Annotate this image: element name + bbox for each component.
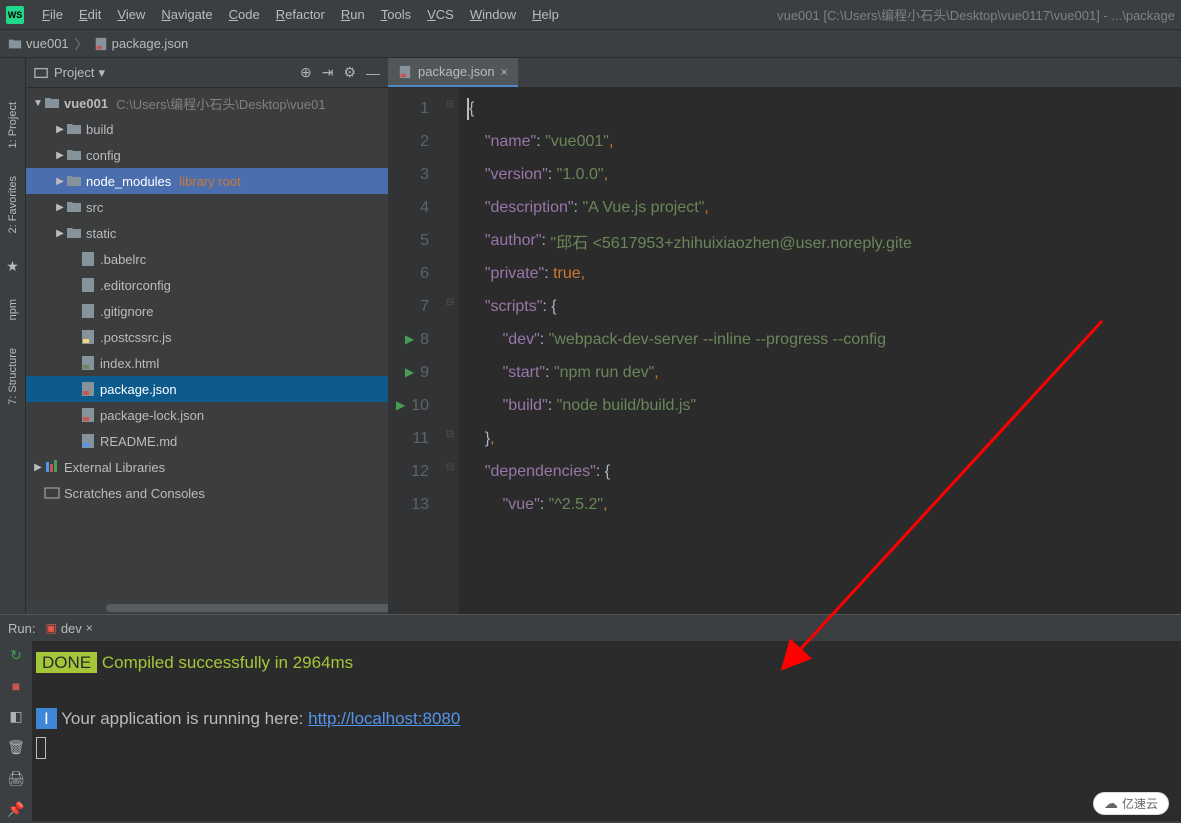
run-config-icon: ▣ bbox=[45, 621, 56, 635]
run-panel-header: Run: ▣ dev × bbox=[0, 615, 1181, 641]
app-logo: WS bbox=[6, 6, 24, 24]
breadcrumb-file[interactable]: package.json bbox=[94, 36, 189, 51]
watermark-label: 亿速云 bbox=[1122, 795, 1158, 812]
target-icon[interactable]: ⊕ bbox=[300, 64, 312, 81]
titlebar: WS FileEditViewNavigateCodeRefactorRunTo… bbox=[0, 0, 1181, 30]
close-icon[interactable]: × bbox=[501, 65, 508, 79]
star-icon[interactable]: ★ bbox=[6, 258, 19, 275]
json-file-icon bbox=[94, 37, 108, 51]
project-panel-title: Project bbox=[54, 65, 94, 80]
console-line: DONE Compiled successfully in 2964ms bbox=[36, 649, 1177, 677]
editor-tab-package-json[interactable]: package.json × bbox=[388, 58, 518, 87]
sidebar-tab-project[interactable]: 1: Project bbox=[5, 98, 21, 152]
tree-item[interactable]: .babelrc bbox=[26, 246, 388, 272]
project-icon bbox=[34, 66, 48, 80]
sidebar-tab-npm[interactable]: npm bbox=[5, 295, 21, 324]
sidebar-tab-favorites[interactable]: 2: Favorites bbox=[5, 172, 21, 237]
tree-item[interactable]: ▶config bbox=[26, 142, 388, 168]
gear-icon[interactable]: ⚙ bbox=[343, 64, 356, 81]
watermark: ☁ 亿速云 bbox=[1093, 792, 1169, 815]
breadcrumb: vue001 〉 package.json bbox=[0, 30, 1181, 58]
project-tree[interactable]: ▼vue001C:\Users\编程小石头\Desktop\vue01▶buil… bbox=[26, 88, 388, 602]
breadcrumb-project-label: vue001 bbox=[26, 36, 69, 51]
breadcrumb-separator: 〉 bbox=[75, 34, 88, 53]
json-file-icon bbox=[398, 65, 412, 79]
breadcrumb-project[interactable]: vue001 bbox=[8, 36, 69, 51]
line-gutter: 1234567▶8▶9▶10111213 bbox=[388, 88, 441, 614]
stop-icon[interactable]: ■ bbox=[12, 678, 20, 694]
tree-item[interactable]: package-lock.json bbox=[26, 402, 388, 428]
tree-item[interactable]: ▼vue001C:\Users\编程小石头\Desktop\vue01 bbox=[26, 90, 388, 116]
minimize-icon[interactable]: — bbox=[366, 65, 380, 81]
tree-item[interactable]: ▶static bbox=[26, 220, 388, 246]
menu-window[interactable]: Window bbox=[462, 7, 524, 22]
editor-body[interactable]: 1234567▶8▶9▶10111213 ⊟⊟⊟⊟ { "name": "vue… bbox=[388, 88, 1181, 614]
run-config-name: dev bbox=[61, 621, 82, 636]
close-icon[interactable]: × bbox=[86, 621, 93, 635]
compiled-message: Compiled successfully in 2964ms bbox=[97, 653, 353, 672]
localhost-link[interactable]: http://localhost:8080 bbox=[308, 709, 460, 728]
info-badge: I bbox=[36, 708, 57, 729]
project-panel-header: Project ▾ ⊕ ⇥ ⚙ — bbox=[26, 58, 388, 88]
tree-item[interactable]: ▶src bbox=[26, 194, 388, 220]
menu-edit[interactable]: Edit bbox=[71, 7, 109, 22]
menu-run[interactable]: Run bbox=[333, 7, 373, 22]
collapse-icon[interactable]: ⇥ bbox=[322, 64, 334, 81]
menu-vcs[interactable]: VCS bbox=[419, 7, 462, 22]
menu-file[interactable]: File bbox=[34, 7, 71, 22]
project-panel: Project ▾ ⊕ ⇥ ⚙ — ▼vue001C:\Users\编程小石头\… bbox=[26, 58, 388, 614]
tree-item[interactable]: .editorconfig bbox=[26, 272, 388, 298]
run-config[interactable]: ▣ dev × bbox=[45, 621, 92, 636]
tree-item[interactable]: Scratches and Consoles bbox=[26, 480, 388, 506]
tree-item[interactable]: .gitignore bbox=[26, 298, 388, 324]
console-output[interactable]: DONE Compiled successfully in 2964ms I Y… bbox=[32, 641, 1181, 821]
code-area[interactable]: { "name": "vue001", "version": "1.0.0", … bbox=[459, 88, 1181, 614]
trash-icon[interactable]: 🗑 bbox=[7, 739, 25, 756]
tree-item[interactable]: package.json bbox=[26, 376, 388, 402]
horizontal-scrollbar[interactable] bbox=[26, 602, 388, 614]
tree-item[interactable]: ▶build bbox=[26, 116, 388, 142]
menu-view[interactable]: View bbox=[109, 7, 153, 22]
menu-tools[interactable]: Tools bbox=[373, 7, 419, 22]
fold-gutter[interactable]: ⊟⊟⊟⊟ bbox=[441, 88, 459, 614]
editor-tab-label: package.json bbox=[418, 64, 495, 79]
tree-item[interactable]: ▶External Libraries bbox=[26, 454, 388, 480]
breadcrumb-file-label: package.json bbox=[112, 36, 189, 51]
sidebar-tab-structure[interactable]: 7: Structure bbox=[5, 344, 21, 409]
folder-icon bbox=[8, 37, 22, 51]
running-message: Your application is running here: bbox=[57, 709, 308, 728]
export-icon[interactable]: 🖨 bbox=[7, 770, 25, 787]
console-line: I Your application is running here: http… bbox=[36, 705, 1177, 733]
run-label: Run: bbox=[8, 621, 35, 636]
editor-tabs: package.json × bbox=[388, 58, 1181, 88]
done-badge: DONE bbox=[36, 652, 97, 673]
run-toolbar: ↻ ■ ◧ 🗑 🖨 📌 bbox=[0, 641, 32, 821]
tree-item[interactable]: README.md bbox=[26, 428, 388, 454]
menu-help[interactable]: Help bbox=[524, 7, 567, 22]
rerun-icon[interactable]: ↻ bbox=[10, 647, 22, 664]
menu-refactor[interactable]: Refactor bbox=[268, 7, 333, 22]
editor-panel: package.json × 1234567▶8▶9▶10111213 ⊟⊟⊟⊟… bbox=[388, 58, 1181, 614]
run-panel: Run: ▣ dev × ↻ ■ ◧ 🗑 🖨 📌 DONE Compiled s… bbox=[0, 614, 1181, 821]
layout-icon[interactable]: ◧ bbox=[9, 708, 22, 725]
window-title: vue001 [C:\Users\编程小石头\Desktop\vue0117\v… bbox=[777, 5, 1175, 24]
tree-item[interactable]: ▶node_moduleslibrary root bbox=[26, 168, 388, 194]
pin-icon[interactable]: 📌 bbox=[7, 801, 24, 818]
menu-navigate[interactable]: Navigate bbox=[153, 7, 220, 22]
console-cursor bbox=[36, 737, 46, 759]
left-tool-strip: 1: Project 2: Favorites ★ npm 7: Structu… bbox=[0, 58, 26, 614]
tree-item[interactable]: .postcssrc.js bbox=[26, 324, 388, 350]
tree-item[interactable]: index.html bbox=[26, 350, 388, 376]
cloud-icon: ☁ bbox=[1104, 795, 1118, 812]
dropdown-icon[interactable]: ▾ bbox=[98, 65, 105, 81]
menu-code[interactable]: Code bbox=[221, 7, 268, 22]
